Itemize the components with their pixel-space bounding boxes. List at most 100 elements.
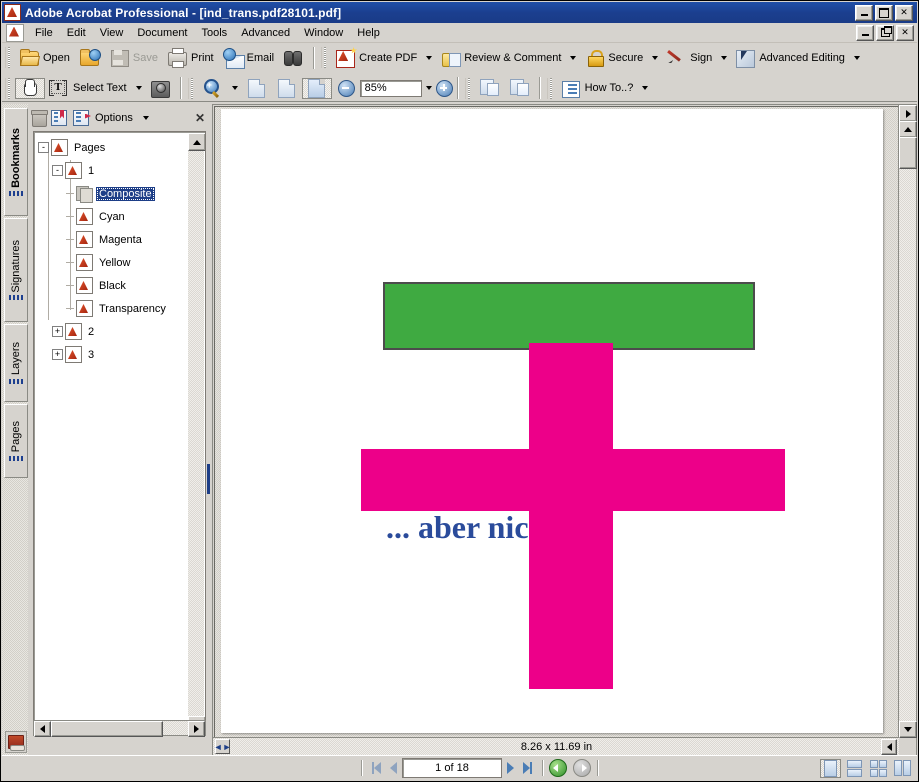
vertical-scroll-thumb[interactable]: [899, 137, 917, 169]
zoom-level-input[interactable]: 85%: [359, 79, 422, 97]
zoom-tool-dropdown-icon[interactable]: [231, 86, 238, 90]
horizontal-scroll-thumb[interactable]: [51, 721, 163, 737]
continuous-facing-view-button[interactable]: [868, 759, 889, 778]
menu-help[interactable]: Help: [350, 25, 387, 41]
tree-node-pages[interactable]: - Pages: [38, 136, 205, 159]
bookmarks-vertical-scrollbar[interactable]: [188, 133, 205, 734]
zoom-tool-button[interactable]: +: [198, 78, 228, 99]
tree-node-page-1[interactable]: - 1: [38, 159, 205, 182]
options-dropdown-icon[interactable]: [142, 115, 149, 120]
expand-toggle[interactable]: -: [38, 142, 49, 153]
close-icon[interactable]: ✕: [193, 111, 207, 125]
select-text-button[interactable]: T Select Text: [45, 78, 132, 99]
actual-size-button[interactable]: [242, 78, 272, 99]
menu-file[interactable]: File: [28, 25, 60, 41]
scroll-left-button[interactable]: [34, 721, 51, 737]
previous-page-button[interactable]: [385, 760, 402, 776]
sidebar-tab-signatures[interactable]: Signatures: [4, 218, 28, 322]
document-minimize-button[interactable]: [856, 24, 874, 41]
advanced-editing-button[interactable]: Advanced Editing: [731, 47, 850, 68]
menu-view[interactable]: View: [93, 25, 131, 41]
document-restore-button[interactable]: [876, 24, 894, 41]
bookmark-icon[interactable]: [51, 109, 67, 126]
sidebar-tab-layers[interactable]: Layers: [4, 324, 28, 402]
rotate-counterclockwise-button[interactable]: [505, 78, 535, 99]
last-page-button[interactable]: [519, 760, 536, 776]
create-pdf-dropdown-icon[interactable]: [426, 55, 433, 60]
create-pdf-button[interactable]: Create PDF: [331, 47, 422, 68]
close-button[interactable]: ✕: [895, 4, 913, 21]
scroll-up-button[interactable]: [188, 133, 205, 151]
fit-page-button[interactable]: [272, 78, 302, 99]
attachments-button[interactable]: [5, 731, 27, 753]
menu-tools[interactable]: Tools: [195, 25, 235, 41]
expand-toggle[interactable]: +: [52, 349, 63, 360]
zoom-toolbar-grip[interactable]: [187, 77, 195, 99]
review-comment-dropdown-icon[interactable]: [570, 55, 577, 60]
next-page-button[interactable]: [502, 760, 519, 776]
expand-toggle[interactable]: +: [52, 326, 63, 337]
document-close-button[interactable]: ✕: [896, 24, 914, 41]
rotate-clockwise-button[interactable]: [475, 78, 505, 99]
document-vertical-scrollbar[interactable]: [898, 105, 917, 738]
how-to-dropdown-icon[interactable]: [642, 86, 649, 90]
rotate-toolbar-grip[interactable]: [464, 77, 472, 99]
single-page-view-button[interactable]: [820, 758, 841, 778]
zoom-in-circle-icon[interactable]: [435, 79, 453, 97]
advanced-editing-dropdown-icon[interactable]: [853, 55, 860, 60]
continuous-view-button[interactable]: [844, 759, 865, 778]
how-to-button[interactable]: How To..?: [557, 78, 639, 99]
tree-node-page-3[interactable]: + 3: [38, 343, 205, 366]
new-bookmark-icon[interactable]: [73, 109, 89, 126]
select-text-dropdown-icon[interactable]: [135, 86, 142, 90]
menu-document[interactable]: Document: [130, 25, 194, 41]
open-button[interactable]: Open: [15, 47, 75, 68]
panel-splitter[interactable]: [206, 104, 211, 756]
first-page-button[interactable]: [368, 760, 385, 776]
basic-toolbar-grip[interactable]: [5, 77, 12, 99]
next-view-icon[interactable]: [573, 759, 591, 777]
search-button[interactable]: [279, 47, 309, 68]
print-button[interactable]: Print: [163, 47, 219, 68]
trash-icon[interactable]: [31, 110, 48, 127]
maximize-button[interactable]: [875, 4, 893, 21]
scroll-right-button[interactable]: [188, 721, 205, 737]
zoom-out-circle-icon[interactable]: [337, 79, 355, 97]
review-comment-button[interactable]: Review & Comment: [436, 47, 566, 68]
snapshot-button[interactable]: [146, 78, 176, 99]
task-toolbar-grip[interactable]: [321, 47, 329, 68]
tree-node-composite[interactable]: Composite: [38, 182, 205, 205]
expand-toggle[interactable]: -: [52, 165, 63, 176]
email-button[interactable]: Email: [219, 47, 280, 69]
menu-advanced[interactable]: Advanced: [234, 25, 297, 41]
zoom-level-dropdown-icon[interactable]: [425, 86, 432, 90]
hand-tool-button[interactable]: [15, 77, 45, 99]
tree-node-page-2[interactable]: + 2: [38, 320, 205, 343]
tree-node-cyan[interactable]: Cyan: [38, 205, 205, 228]
facing-view-button[interactable]: [892, 759, 913, 778]
secure-button[interactable]: Secure: [580, 47, 648, 68]
scroll-left-button[interactable]: [881, 738, 897, 755]
organizer-button[interactable]: [75, 47, 105, 68]
document-horizontal-scrollbar[interactable]: ◄► 8.26 x 11.69 in: [213, 737, 899, 755]
sidebar-tab-bookmarks[interactable]: Bookmarks: [4, 108, 28, 216]
tree-node-magenta[interactable]: Magenta: [38, 228, 205, 251]
menu-edit[interactable]: Edit: [60, 25, 93, 41]
page-number-input[interactable]: 1 of 18: [402, 758, 502, 778]
scroll-page-up-button[interactable]: [899, 105, 917, 122]
howto-toolbar-grip[interactable]: [546, 77, 554, 99]
sign-button[interactable]: Sign: [662, 47, 717, 68]
fit-width-button[interactable]: [301, 77, 332, 99]
options-label[interactable]: Options: [95, 112, 133, 124]
sidebar-tab-pages[interactable]: Pages: [4, 404, 28, 478]
menu-window[interactable]: Window: [297, 25, 350, 41]
tree-node-black[interactable]: Black: [38, 274, 205, 297]
bookmarks-horizontal-scrollbar[interactable]: [33, 720, 206, 737]
secure-dropdown-icon[interactable]: [652, 55, 659, 60]
minimize-button[interactable]: [855, 4, 873, 21]
document-canvas[interactable]: Transparente Objekte ... aber nicht alle: [214, 106, 899, 738]
scroll-up-button[interactable]: [899, 121, 917, 138]
tree-node-transparency[interactable]: Transparency: [38, 297, 205, 320]
scroll-down-button[interactable]: [899, 721, 917, 738]
toolbar-grip[interactable]: [5, 47, 12, 68]
